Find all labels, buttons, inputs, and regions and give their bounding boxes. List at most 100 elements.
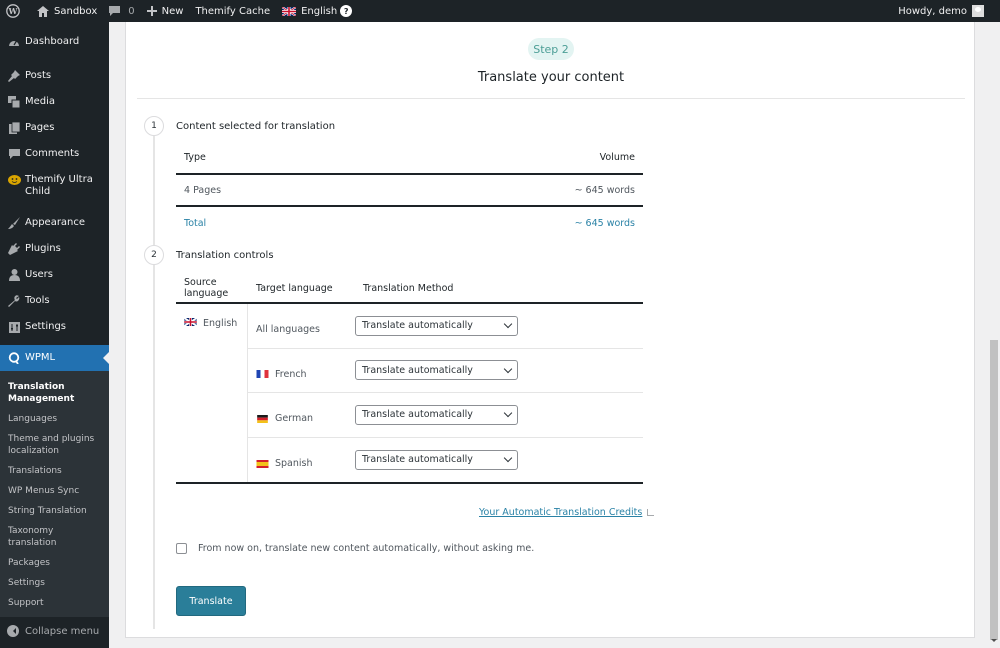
sidebar-item-comments[interactable]: Comments: [0, 141, 109, 167]
collapse-icon: [7, 625, 19, 637]
row-type: 4 Pages: [184, 184, 222, 196]
translate-button[interactable]: Translate: [176, 586, 246, 616]
select-value: Translate automatically: [362, 454, 473, 466]
page-title: Translate your content: [477, 70, 625, 85]
target-language-label: German: [275, 413, 314, 425]
sidebar-label: Users: [25, 269, 54, 280]
settings-icon: [7, 321, 21, 333]
method-select-german[interactable]: Translate automatically: [355, 404, 518, 425]
uk-flag-icon: [282, 6, 297, 16]
source-language: English: [203, 318, 238, 329]
sidebar-item-pages[interactable]: Pages: [0, 115, 109, 141]
collapse-menu-button[interactable]: Collapse menu: [0, 617, 109, 645]
sidebar-item-settings[interactable]: Settings: [0, 314, 109, 340]
wpml-submenu: Translation Management Languages Theme a…: [0, 371, 109, 617]
themify-cache-label: Themify Cache: [195, 5, 271, 17]
automatic-translation-credits-link[interactable]: Your Automatic Translation Credits: [479, 507, 655, 518]
themify-icon: [7, 174, 21, 186]
sidebar-label: Tools: [25, 295, 50, 306]
brush-icon: [7, 217, 21, 229]
wpml-icon: [7, 352, 21, 364]
sidebar-label: Posts: [25, 70, 52, 81]
submenu-translation-management[interactable]: Translation Management: [0, 377, 109, 409]
submenu-settings[interactable]: Settings: [0, 573, 109, 593]
row-volume: ~ 645 words: [574, 184, 635, 196]
svg-text:W: W: [8, 6, 19, 16]
target-language: German: [248, 405, 355, 424]
submenu-support[interactable]: Support: [0, 593, 109, 613]
sidebar-item-media[interactable]: Media: [0, 89, 109, 115]
comments-count: 0: [128, 5, 135, 17]
translation-controls-table: Source language Target language Translat…: [176, 274, 643, 484]
language-label: English: [301, 5, 338, 17]
method-select-all[interactable]: Translate automatically: [355, 315, 518, 336]
wordpress-logo[interactable]: W: [0, 0, 31, 22]
submenu-wp-menus-sync[interactable]: WP Menus Sync: [0, 481, 109, 501]
admin-sidebar: Dashboard Posts Media Pages Comments The…: [0, 22, 109, 648]
new-label: New: [161, 5, 184, 17]
site-name-link[interactable]: Sandbox: [31, 0, 103, 22]
language-switcher[interactable]: English ?: [276, 0, 358, 22]
new-content-link[interactable]: New: [141, 0, 190, 22]
select-value: Translate automatically: [362, 409, 473, 421]
sidebar-item-appearance[interactable]: Appearance: [0, 210, 109, 236]
method-select-french[interactable]: Translate automatically: [355, 360, 518, 381]
german-flag-icon: [257, 414, 268, 423]
content-table-header: Type Volume: [176, 142, 643, 175]
section-title-controls: Translation controls: [176, 250, 274, 261]
select-value: Translate automatically: [362, 320, 473, 332]
section-title-content: Content selected for translation: [176, 121, 336, 132]
step-indicator: Step 2: [528, 38, 574, 60]
comment-icon: [109, 5, 121, 16]
credits-link-label: Your Automatic Translation Credits: [479, 507, 643, 518]
page-scrollbar[interactable]: [989, 22, 1000, 648]
sidebar-item-dashboard[interactable]: Dashboard: [0, 29, 109, 55]
table-total-row: Total ~ 645 words: [176, 207, 643, 239]
dashboard-icon: [7, 36, 21, 48]
sidebar-item-themify[interactable]: Themify Ultra Child: [0, 167, 109, 205]
admin-bar: W Sandbox 0 New Themify Cache English ? …: [0, 0, 1000, 22]
col-translation-method: Translation Method: [363, 282, 454, 294]
avatar: [972, 5, 984, 17]
step-number-2: 2: [144, 245, 164, 265]
steps-timeline: [153, 134, 155, 629]
step-number-1: 1: [144, 116, 164, 136]
comments-link[interactable]: 0: [103, 0, 140, 22]
sidebar-item-wpml[interactable]: WPML: [0, 345, 109, 371]
help-icon[interactable]: ?: [340, 5, 353, 17]
submenu-translations[interactable]: Translations: [0, 461, 109, 481]
plus-icon: [146, 6, 157, 16]
themify-cache-link[interactable]: Themify Cache: [189, 0, 276, 22]
sidebar-label: Pages: [25, 122, 55, 133]
sidebar-item-plugins[interactable]: Plugins: [0, 236, 109, 262]
greeting: Howdy, demo: [898, 5, 967, 17]
uk-flag-icon: [184, 318, 197, 326]
scrollbar-thumb[interactable]: [990, 340, 998, 640]
col-volume: Volume: [599, 152, 635, 163]
plugin-icon: [7, 243, 21, 255]
sidebar-item-posts[interactable]: Posts: [0, 63, 109, 89]
site-name: Sandbox: [54, 5, 98, 17]
submenu-taxonomy-translation[interactable]: Taxonomy translation: [0, 521, 109, 553]
col-source-language: Source language: [184, 277, 229, 299]
sidebar-label: Media: [25, 96, 56, 107]
divider: [137, 98, 965, 99]
chevron-down-icon: [503, 364, 513, 373]
target-language: Spanish: [248, 450, 355, 469]
auto-translate-checkbox[interactable]: [176, 543, 187, 554]
submenu-packages[interactable]: Packages: [0, 553, 109, 573]
scroll-down-arrow-icon[interactable]: [991, 639, 997, 645]
submenu-languages[interactable]: Languages: [0, 409, 109, 429]
submenu-string-translation[interactable]: String Translation: [0, 501, 109, 521]
sidebar-item-users[interactable]: Users: [0, 262, 109, 288]
sidebar-item-tools[interactable]: Tools: [0, 288, 109, 314]
wrench-icon: [7, 295, 21, 307]
method-select-spanish[interactable]: Translate automatically: [355, 449, 518, 470]
submenu-theme-plugins-localization[interactable]: Theme and plugins localization: [0, 429, 109, 461]
sidebar-label: WPML: [25, 352, 56, 363]
comment-icon: [7, 148, 21, 160]
target-language: All languages: [248, 316, 355, 335]
pin-icon: [7, 70, 21, 82]
account-menu[interactable]: Howdy, demo: [892, 0, 1000, 22]
target-language: French: [248, 361, 355, 380]
